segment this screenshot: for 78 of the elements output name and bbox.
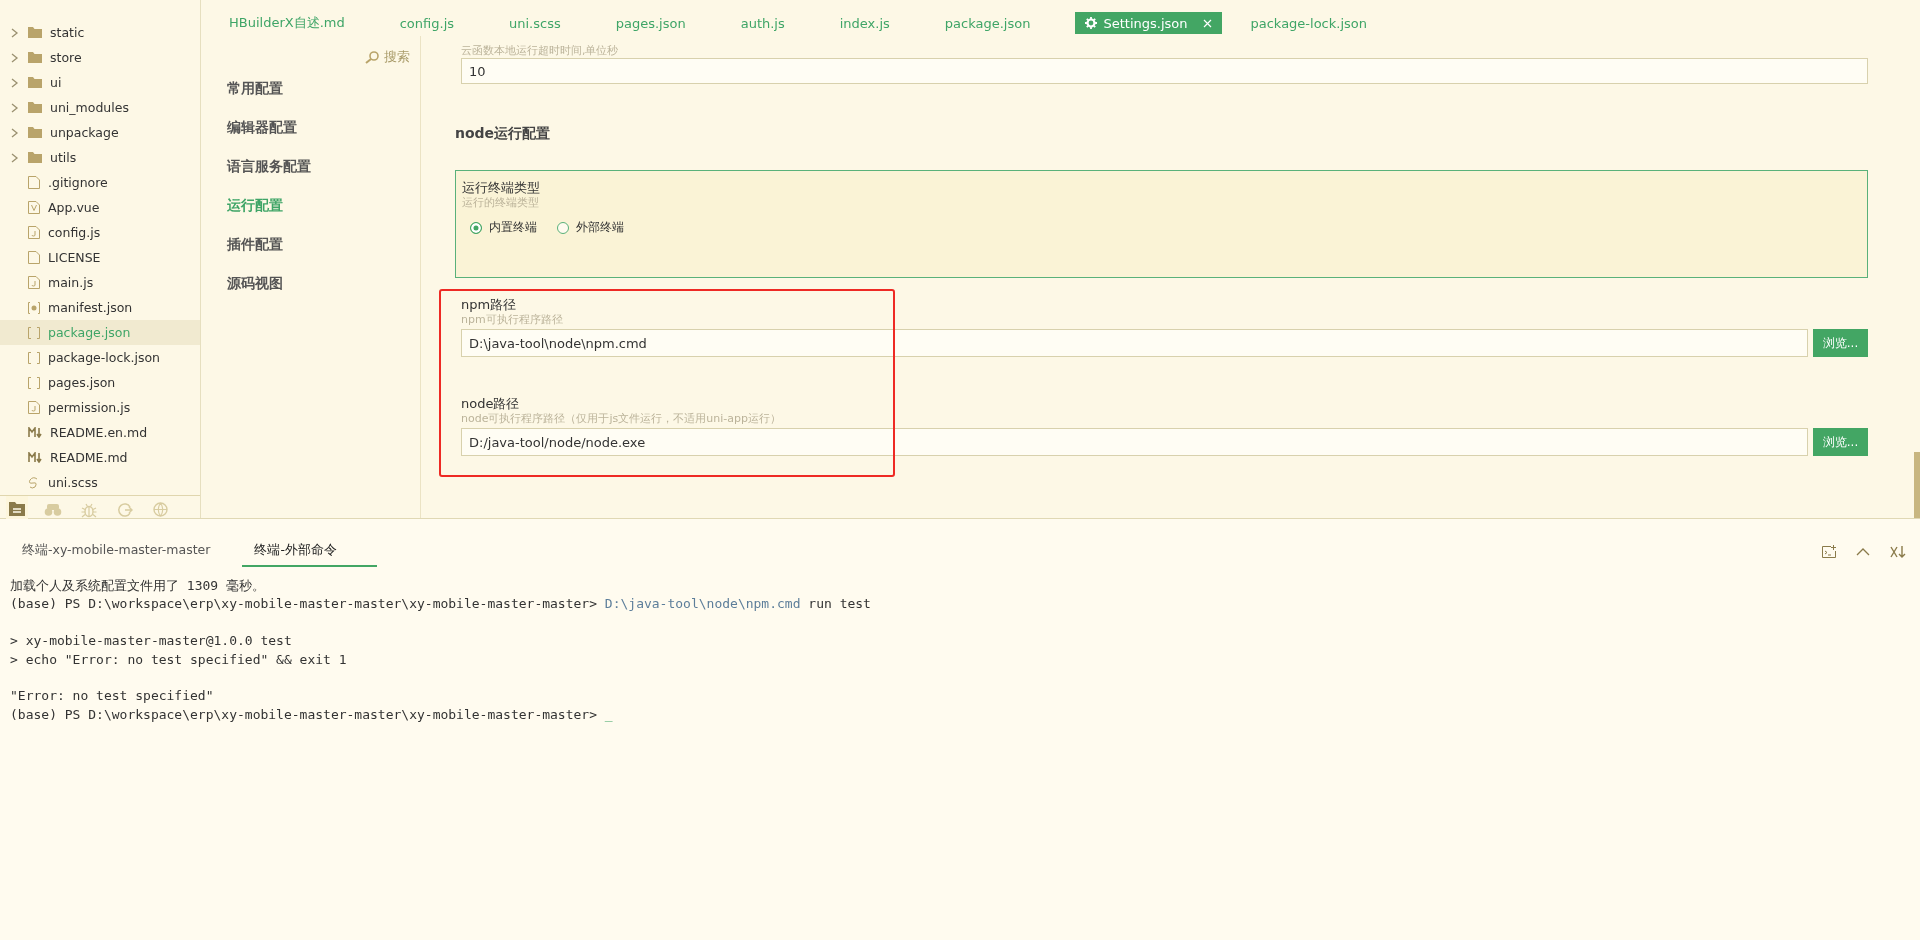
markdown-icon (28, 452, 42, 463)
file-tree-item[interactable]: uni.scss (0, 470, 200, 495)
terminal-line: "Error: no test specified" (10, 687, 215, 706)
scss-file-icon (28, 476, 40, 489)
terminal-line: (base) PS D:\workspace\erp\xy-mobile-master-master\xy-mobile-master-master> _ (10, 705, 614, 724)
section-title: node运行配置 (455, 124, 552, 142)
chevron-up-icon[interactable] (1856, 547, 1870, 556)
js-file-icon (28, 401, 40, 414)
file-tree-item[interactable]: permission.js (0, 395, 200, 420)
field-hint: 云函数本地运行超时时间,单位秒 (461, 44, 620, 58)
settings-nav-item[interactable]: 语言服务配置 (201, 151, 311, 183)
js-file-icon (28, 276, 40, 289)
field-hint: 运行的终端类型 (462, 196, 540, 210)
file-tree-item[interactable]: unpackage (0, 120, 200, 145)
file-tree-item[interactable]: pages.json (0, 370, 200, 395)
folder-icon (28, 52, 42, 63)
timeout-field[interactable]: 10 (461, 58, 1868, 84)
gear-icon (1085, 17, 1098, 29)
file-tree-item[interactable]: utils (0, 145, 200, 170)
field-label: 运行终端类型 (462, 179, 541, 196)
folder-icon (28, 127, 42, 138)
file-icon (28, 176, 40, 189)
chevron-icon (11, 152, 19, 163)
brackets-icon (28, 326, 40, 339)
file-tree-item[interactable]: LICENSE (0, 245, 200, 270)
radio-label: 外部终端 (576, 220, 624, 235)
file-tree-item[interactable]: package-lock.json (0, 345, 200, 370)
settings-nav-item[interactable]: 插件配置 (201, 229, 283, 261)
file-tree-item[interactable]: static (0, 20, 200, 45)
path-field[interactable]: D:/java-tool/node/node.exe (461, 428, 1808, 456)
js-file-icon (28, 226, 40, 239)
settings-nav-item[interactable]: 编辑器配置 (201, 112, 297, 144)
file-tree-item[interactable]: .gitignore (0, 170, 200, 195)
terminal-line: > echo "Error: no test specified" && exit 1 (10, 650, 348, 669)
folder-icon (28, 102, 42, 113)
file-tree-item[interactable]: main.js (0, 270, 200, 295)
chevron-icon (11, 77, 19, 88)
field-label: node路径 (461, 395, 521, 412)
terminal-line: 加载个人及系统配置文件用了 1309 毫秒。 (10, 577, 266, 595)
terminal-tab[interactable]: 终端-xy-mobile-master-master (10, 542, 223, 567)
field-hint: node可执行程序路径（仅用于js文件运行，不适用uni-app运行） (461, 412, 782, 426)
chevron-icon (11, 102, 19, 113)
chevron-icon (11, 27, 19, 38)
radio-option[interactable]: 外部终端 (557, 220, 624, 235)
field-hint: npm可执行程序路径 (461, 313, 564, 327)
new-terminal-icon[interactable] (1822, 545, 1836, 558)
path-field[interactable]: D:\java-tool\node\npm.cmd (461, 329, 1808, 357)
settings-nav-item[interactable]: 源码视图 (201, 268, 283, 300)
radio-option[interactable]: 内置终端 (470, 220, 537, 235)
file-tree-item[interactable]: ui (0, 70, 200, 95)
file-tree-item[interactable]: README.md (0, 445, 200, 470)
file-tree-item[interactable]: store (0, 45, 200, 70)
clear-icon[interactable] (1890, 545, 1906, 558)
markdown-icon (28, 427, 42, 438)
settings-nav-item[interactable]: 常用配置 (201, 73, 283, 105)
field-label: npm路径 (461, 296, 518, 313)
folder-icon (28, 27, 42, 38)
chevron-icon (11, 52, 19, 63)
file-tree-item[interactable]: uni_modules (0, 95, 200, 120)
brackets-icon (28, 351, 40, 364)
file-tree-item[interactable]: App.vue (0, 195, 200, 220)
brackets-icon (28, 376, 40, 389)
file-tree-item[interactable]: manifest.json (0, 295, 200, 320)
file-icon (28, 251, 40, 264)
file-tree-item[interactable]: config.js (0, 220, 200, 245)
radio-label: 内置终端 (489, 220, 537, 235)
file-tree-item[interactable]: README.en.md (0, 420, 200, 445)
close-icon[interactable] (1203, 18, 1213, 28)
terminal-line: > xy-mobile-master-master@1.0.0 test (10, 632, 293, 651)
search-icon (365, 50, 380, 64)
terminal-line: (base) PS D:\workspace\erp\xy-mobile-master-master\xy-mobile-master-master> D:\java-tool\node\npm.cmd run test (10, 595, 872, 614)
folder-icon (28, 77, 42, 88)
folder-icon (28, 152, 42, 163)
terminal-tab[interactable]: 终端-外部命令 (242, 542, 377, 567)
gear-file-icon (28, 301, 40, 314)
vue-file-icon (28, 201, 40, 214)
scrollbar[interactable] (1914, 452, 1920, 518)
chevron-icon (11, 127, 19, 138)
